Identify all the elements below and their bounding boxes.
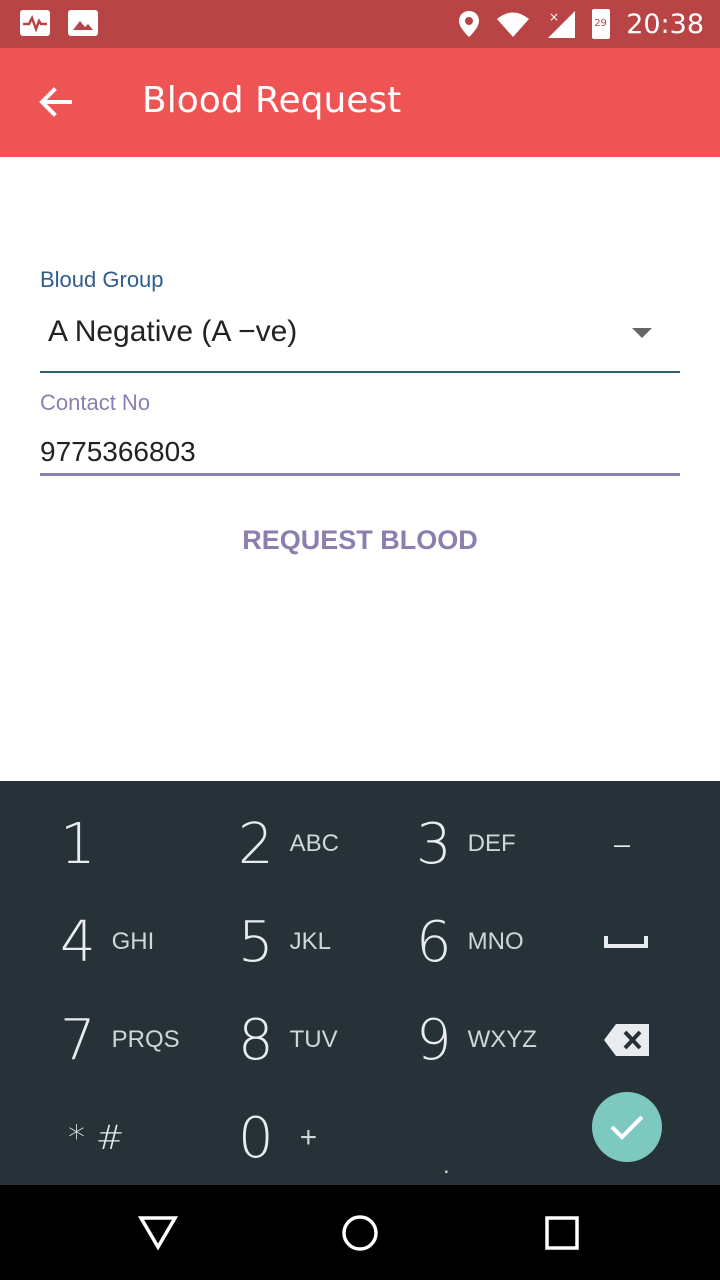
key-minus[interactable]: – <box>612 795 632 893</box>
battery-level: 29 <box>594 18 607 29</box>
system-nav-bar <box>0 1185 720 1280</box>
key-7[interactable]: 7 PRQS <box>60 991 180 1089</box>
status-bar: × 29 20:38 <box>0 0 720 48</box>
page-title: Blood Request <box>142 80 402 121</box>
wifi-icon <box>497 12 530 37</box>
key-8[interactable]: 8 TUV <box>238 991 338 1089</box>
blood-group-label: Bloud Group <box>40 267 164 292</box>
key-digit: 9 <box>416 1007 452 1073</box>
contact-label: Contact No <box>40 390 151 415</box>
key-letters: MNO <box>467 928 524 955</box>
key-digit: * # <box>68 1118 125 1158</box>
key-4[interactable]: 4 GHI <box>60 893 154 991</box>
backspace-icon <box>604 1024 649 1056</box>
blood-group-value: A Negative (A −ve) <box>48 315 298 348</box>
done-button[interactable] <box>592 1092 662 1162</box>
key-digit: 1 <box>60 811 96 877</box>
blood-group-dropdown[interactable]: A Negative (A −ve) <box>40 305 680 373</box>
key-letters: + <box>299 1121 318 1154</box>
key-backspace[interactable] <box>602 991 652 1089</box>
key-digit: 7 <box>60 1007 96 1073</box>
nav-back-button[interactable] <box>132 1207 184 1259</box>
key-digit: 5 <box>238 909 274 975</box>
battery-icon: 29 <box>592 9 611 39</box>
app-bar: Blood Request <box>0 48 720 157</box>
key-6[interactable]: 6 MNO <box>416 893 524 991</box>
key-digit: 6 <box>416 909 452 975</box>
dropdown-arrow-icon <box>632 328 652 338</box>
space-icon <box>604 936 648 948</box>
nav-recents-button[interactable] <box>536 1207 588 1259</box>
activity-icon <box>20 10 50 36</box>
key-digit: 2 <box>238 811 274 877</box>
key-digit: 8 <box>238 1007 274 1073</box>
key-letters: GHI <box>111 928 155 955</box>
key-letters: PRQS <box>111 1026 180 1053</box>
numeric-keypad: 1 2 ABC 3 DEF – 4 GHI 5 JKL 6 MNO 7 PRQS… <box>0 781 720 1185</box>
key-letters: ABC <box>289 830 339 857</box>
key-9[interactable]: 9 WXYZ <box>416 991 537 1089</box>
contact-input[interactable] <box>40 431 680 476</box>
home-circle-icon <box>342 1215 378 1251</box>
key-letters: DEF <box>467 830 516 857</box>
key-digit: 0 <box>238 1105 274 1171</box>
key-digit: . <box>440 1137 453 1183</box>
image-icon <box>68 10 98 36</box>
svg-text:×: × <box>549 10 559 24</box>
nav-home-button[interactable] <box>334 1207 386 1259</box>
key-5[interactable]: 5 JKL <box>238 893 331 991</box>
key-0[interactable]: 0 + <box>238 1089 317 1187</box>
key-3[interactable]: 3 DEF <box>416 795 516 893</box>
signal-icon: × <box>548 10 576 38</box>
key-digit: 4 <box>60 909 96 975</box>
key-letters: JKL <box>289 928 331 955</box>
check-icon <box>610 1115 644 1140</box>
arrow-back-icon <box>39 87 72 117</box>
request-blood-button[interactable]: REQUEST BLOOD <box>40 517 680 563</box>
back-triangle-icon <box>138 1216 178 1251</box>
key-1[interactable]: 1 <box>60 795 96 893</box>
key-star-hash[interactable]: * # <box>68 1089 124 1187</box>
location-icon <box>459 11 480 37</box>
key-space[interactable] <box>604 893 648 991</box>
status-time: 20:38 <box>626 8 704 40</box>
key-letters: WXYZ <box>467 1026 537 1053</box>
key-digit: – <box>612 821 632 867</box>
key-2[interactable]: 2 ABC <box>238 795 339 893</box>
key-letters: TUV <box>289 1026 338 1053</box>
back-button[interactable] <box>26 72 86 132</box>
recents-square-icon <box>545 1216 579 1250</box>
key-digit: 3 <box>416 811 452 877</box>
